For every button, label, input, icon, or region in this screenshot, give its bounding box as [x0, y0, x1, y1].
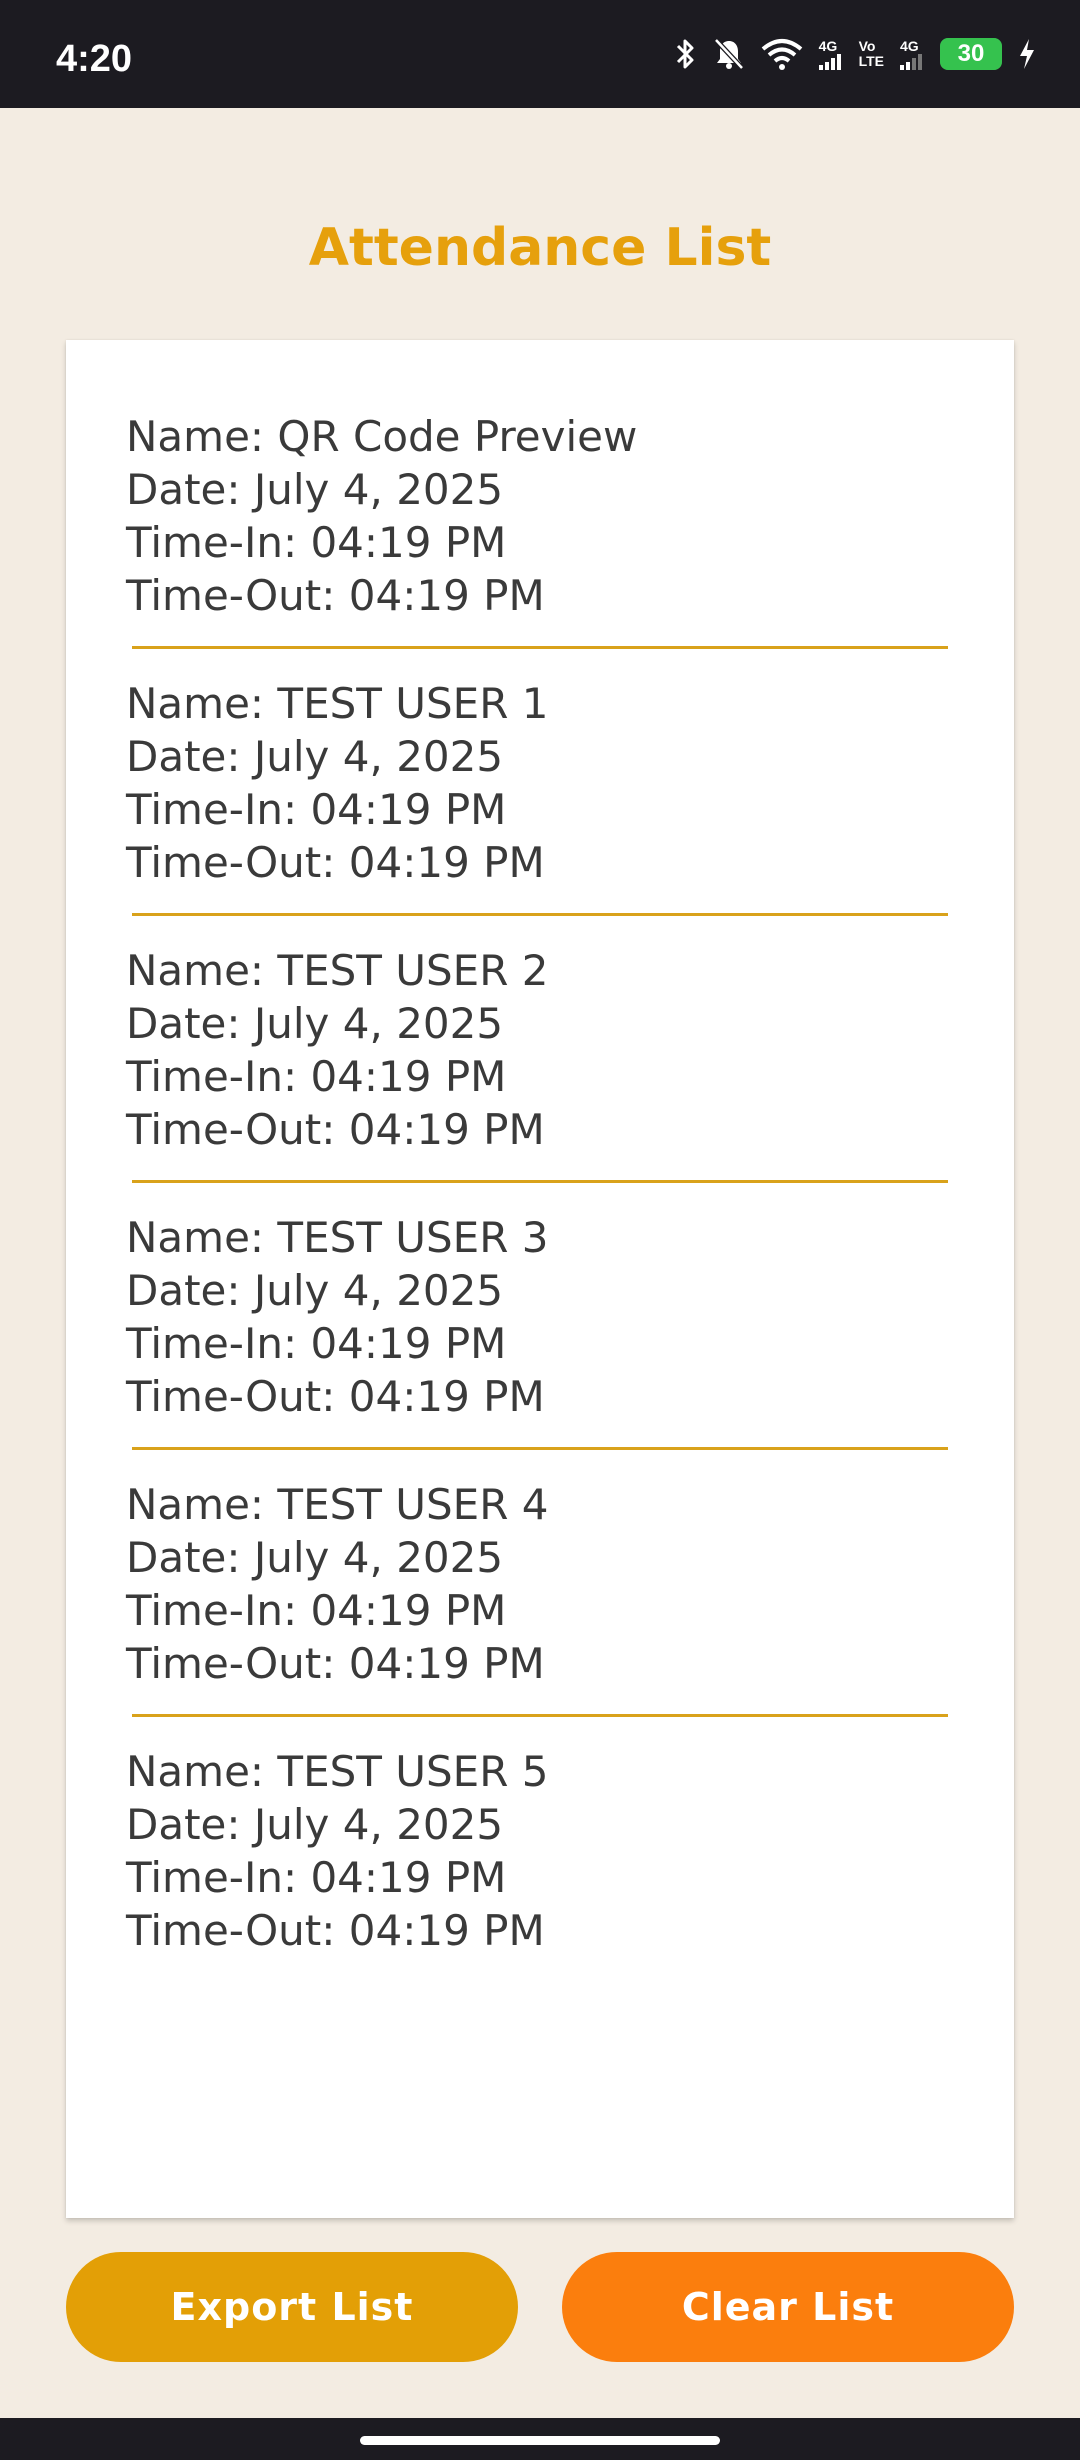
signal-icon [900, 53, 922, 70]
entry-date: Date: July 4, 2025 [126, 1533, 504, 1582]
entry-date: Date: July 4, 2025 [126, 1800, 504, 1849]
status-time: 4:20 [56, 38, 133, 80]
volte-label: Vo LTE [859, 39, 884, 69]
entry-time-in: Time-In: 04:19 PM [126, 1052, 507, 1101]
clear-list-button[interactable]: Clear List [562, 2252, 1014, 2362]
entry-date: Date: July 4, 2025 [126, 999, 504, 1048]
battery-level: 30 [957, 40, 985, 67]
entry-name: Name: TEST USER 1 [126, 679, 549, 728]
network-type-label: 4G [818, 37, 843, 70]
page-title: Attendance List [308, 218, 772, 278]
entry-date: Date: July 4, 2025 [126, 465, 504, 514]
list-item: Name: TEST USER 2 Date: July 4, 2025 Tim… [126, 944, 954, 1156]
list-item: Name: TEST USER 1 Date: July 4, 2025 Tim… [126, 677, 954, 889]
entry-time-out: Time-Out: 04:19 PM [126, 1105, 545, 1154]
status-icons: 4G Vo LTE 4G 30 [675, 30, 1036, 78]
entry-time-out: Time-Out: 04:19 PM [126, 1639, 545, 1688]
list-item: Name: QR Code Preview Date: July 4, 2025… [126, 410, 954, 622]
entry-time-in: Time-In: 04:19 PM [126, 518, 507, 567]
entry-name: Name: TEST USER 3 [126, 1213, 549, 1262]
export-list-button[interactable]: Export List [66, 2252, 518, 2362]
list-item: Name: TEST USER 5 Date: July 4, 2025 Tim… [126, 1745, 954, 1957]
attendance-list[interactable]: Name: QR Code Preview Date: July 4, 2025… [66, 340, 1014, 2218]
entry-time-in: Time-In: 04:19 PM [126, 785, 507, 834]
divider [132, 1714, 948, 1717]
signal-icon [818, 53, 841, 70]
network-type-label-2: 4G [900, 37, 924, 70]
entry-time-out: Time-Out: 04:19 PM [126, 571, 545, 620]
divider [132, 1180, 948, 1183]
entry-name: Name: TEST USER 5 [126, 1747, 549, 1796]
wifi-icon [761, 37, 803, 71]
navigation-bar [0, 2418, 1080, 2460]
status-bar: 4:20 4G Vo LTE 4G 30 [0, 0, 1080, 108]
entry-time-in: Time-In: 04:19 PM [126, 1853, 507, 1902]
charging-bolt-icon [1018, 37, 1036, 71]
list-item: Name: TEST USER 4 Date: July 4, 2025 Tim… [126, 1478, 954, 1690]
divider [132, 646, 948, 649]
entry-time-in: Time-In: 04:19 PM [126, 1319, 507, 1368]
entry-name: Name: TEST USER 4 [126, 1480, 549, 1529]
volte-top: Vo [858, 38, 876, 54]
entry-name: Name: TEST USER 2 [126, 946, 549, 995]
bluetooth-icon [675, 37, 697, 71]
list-item: Name: TEST USER 3 Date: July 4, 2025 Tim… [126, 1211, 954, 1423]
entry-name: Name: QR Code Preview [126, 412, 638, 461]
network-type-2: 4G [900, 37, 919, 54]
entry-time-out: Time-Out: 04:19 PM [126, 1372, 545, 1421]
entry-time-in: Time-In: 04:19 PM [126, 1586, 507, 1635]
entry-date: Date: July 4, 2025 [126, 1266, 504, 1315]
volte-bottom: LTE [858, 53, 884, 69]
entry-time-out: Time-Out: 04:19 PM [126, 1906, 545, 1955]
divider [132, 913, 948, 916]
bell-off-icon [713, 37, 745, 71]
home-gesture-handle[interactable] [360, 2436, 720, 2445]
entry-date: Date: July 4, 2025 [126, 732, 504, 781]
entry-time-out: Time-Out: 04:19 PM [126, 838, 545, 887]
battery-icon: 30 [940, 38, 1002, 70]
divider [132, 1447, 948, 1450]
network-type-1: 4G [818, 37, 838, 54]
